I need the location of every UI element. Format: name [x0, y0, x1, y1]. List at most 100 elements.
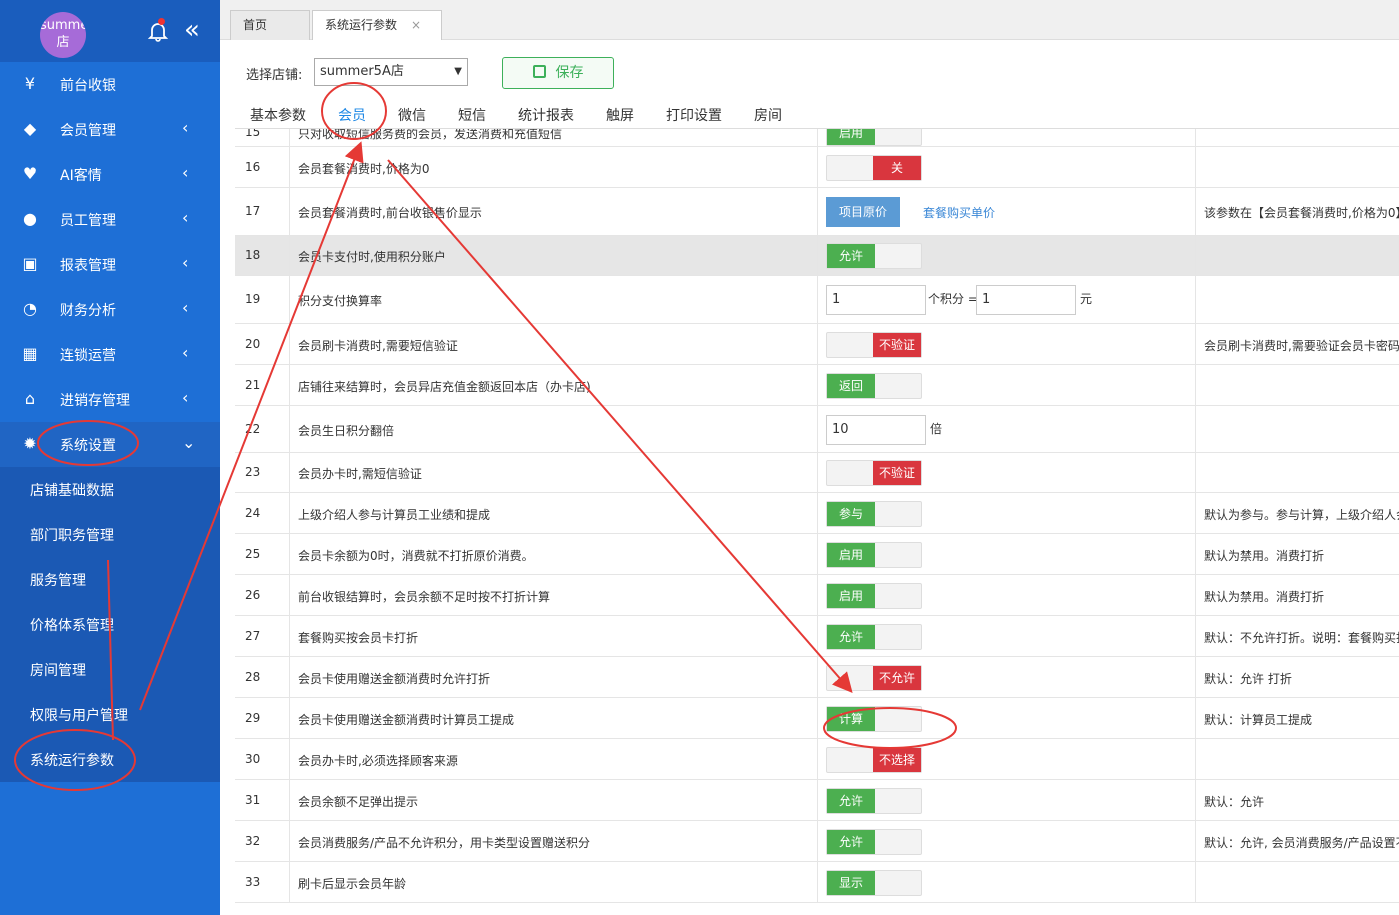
row-number: 25 — [245, 547, 261, 561]
cell-control: 不验证 — [818, 324, 1196, 364]
save-button[interactable]: 保存 — [502, 57, 614, 89]
cell-note — [1196, 276, 1399, 323]
submenu-item-label: 系统运行参数 — [30, 753, 114, 769]
toggle-switch[interactable]: 允许 — [826, 624, 922, 650]
table-row: 21 店铺往来结算时，会员异店充值金额返回本店（办卡店) 返回 — [235, 365, 1399, 406]
toggle-switch[interactable]: 不允许 — [826, 665, 922, 691]
multiplier-input[interactable]: 10 — [826, 415, 926, 445]
seg-original-price[interactable]: 项目原价 — [826, 197, 900, 227]
sidebar-item-5[interactable]: ◔ 财务分析 ‹ — [0, 287, 220, 332]
store-select-label: 选择店铺: — [246, 68, 303, 83]
cell-control: 启用 — [818, 534, 1196, 574]
toggle-switch[interactable]: 关 — [826, 155, 922, 181]
row-note: 默认为禁用。消费打折 — [1204, 549, 1325, 563]
table-row: 27 套餐购买按会员卡打折 允许 默认：不允许打折。说明：套餐购买打 — [235, 616, 1399, 657]
cell-note: 默认为参与。参与计算，上级介绍人会 — [1196, 493, 1399, 533]
cell-control: 启用 — [818, 129, 1196, 146]
submenu-item-3[interactable]: 价格体系管理 — [0, 602, 220, 647]
toggle-switch[interactable]: 允许 — [826, 243, 922, 269]
close-tab-icon[interactable]: × — [411, 18, 421, 32]
subtab-7[interactable]: 房间 — [754, 105, 782, 125]
yuan-input[interactable]: 1 — [976, 285, 1076, 315]
cell-control: 返回 — [818, 365, 1196, 405]
row-number: 22 — [245, 422, 261, 436]
submenu-item-0[interactable]: 店铺基础数据 — [0, 467, 220, 512]
sidebar-item-0[interactable]: ¥ 前台收银 — [0, 62, 220, 107]
toggle-switch[interactable]: 启用 — [826, 129, 922, 146]
sidebar-item-7[interactable]: ⌂ 进销存管理 ‹ — [0, 377, 220, 422]
toggle-switch[interactable]: 显示 — [826, 870, 922, 896]
cell-number: 19 — [235, 276, 290, 323]
chevron-icon: ‹ — [182, 253, 189, 272]
store-select-value: summer5A店 — [320, 64, 404, 79]
collapse-sidebar-icon[interactable]: « — [184, 16, 200, 44]
table-row: 20 会员刷卡消费时,需要短信验证 不验证 会员刷卡消费时,需要验证会员卡密码 — [235, 324, 1399, 365]
toggle-label: 返回 — [827, 374, 875, 398]
store-avatar[interactable]: summer5A店 — [40, 12, 86, 58]
submenu-item-2[interactable]: 服务管理 — [0, 557, 220, 602]
table-row: 29 会员卡使用赠送金额消费时计算员工提成 计算 默认：计算员工提成 — [235, 698, 1399, 739]
subtab-5[interactable]: 触屏 — [606, 105, 634, 125]
chevron-icon: ⌄ — [182, 433, 196, 452]
cell-note — [1196, 365, 1399, 405]
user-heart-icon: ♥ — [22, 164, 38, 183]
row-note: 默认：计算员工提成 — [1204, 713, 1313, 727]
toggle-switch[interactable]: 返回 — [826, 373, 922, 399]
sidebar-item-8[interactable]: ✹ 系统设置 ⌄ — [0, 422, 220, 467]
sidebar-item-1[interactable]: ◆ 会员管理 ‹ — [0, 107, 220, 152]
subtab-3[interactable]: 短信 — [458, 105, 486, 125]
subtab-0[interactable]: 基本参数 — [250, 105, 306, 125]
toggle-switch[interactable]: 不验证 — [826, 332, 922, 358]
sidebar-item-6[interactable]: ▦ 连锁运营 ‹ — [0, 332, 220, 377]
sidebar-item-label: 员工管理 — [60, 213, 116, 229]
toggle-switch[interactable]: 参与 — [826, 501, 922, 527]
cell-note: 默认：计算员工提成 — [1196, 698, 1399, 738]
row-description: 会员余额不足弹出提示 — [298, 795, 419, 809]
submenu-item-4[interactable]: 房间管理 — [0, 647, 220, 692]
sidebar-item-3[interactable]: ● 员工管理 ‹ — [0, 197, 220, 242]
subtab-2[interactable]: 微信 — [398, 105, 426, 125]
subtab-6[interactable]: 打印设置 — [666, 105, 722, 125]
cell-note — [1196, 129, 1399, 146]
table-row: 17 会员套餐消费时,前台收银售价显示 项目原价 套餐购买单价 该参数在【会员套餐消费时… — [235, 188, 1399, 236]
toggle-switch[interactable]: 启用 — [826, 583, 922, 609]
sidebar-item-2[interactable]: ♥ AI客情 ‹ — [0, 152, 220, 197]
tab-home[interactable]: 首页 — [230, 10, 310, 40]
cell-number: 24 — [235, 493, 290, 533]
cell-note: 会员刷卡消费时,需要验证会员卡密码 — [1196, 324, 1399, 364]
row-number: 27 — [245, 629, 261, 643]
cell-number: 20 — [235, 324, 290, 364]
subtab-4[interactable]: 统计报表 — [518, 105, 574, 125]
sidebar-item-4[interactable]: ▣ 报表管理 ‹ — [0, 242, 220, 287]
cell-description: 店铺往来结算时，会员异店充值金额返回本店（办卡店) — [290, 365, 818, 405]
submenu-item-1[interactable]: 部门职务管理 — [0, 512, 220, 557]
cell-number: 31 — [235, 780, 290, 820]
toggle-switch[interactable]: 允许 — [826, 829, 922, 855]
tab-system-params[interactable]: 系统运行参数 × — [312, 10, 442, 40]
cell-control: 10 倍 — [818, 406, 1196, 452]
toggle-switch[interactable]: 不验证 — [826, 460, 922, 486]
row-description: 套餐购买按会员卡打折 — [298, 631, 419, 645]
seg-package-price[interactable]: 套餐购买单价 — [923, 204, 995, 221]
toggle-switch[interactable]: 允许 — [826, 788, 922, 814]
toggle-label: 不验证 — [873, 461, 921, 485]
row-description: 只对收取短信服务费的会员，发送消费和充值短信 — [298, 128, 563, 141]
subtab-1[interactable]: 会员 — [334, 105, 370, 130]
points-input[interactable]: 1 — [826, 285, 926, 315]
bell-icon[interactable] — [147, 18, 169, 42]
yuan-unit-label: 元 — [1080, 292, 1093, 306]
toggle-label: 不选择 — [873, 748, 921, 772]
toggle-switch[interactable]: 计算 — [826, 706, 922, 732]
toggle-label: 计算 — [827, 707, 875, 731]
row-number: 28 — [245, 670, 261, 684]
table-row: 25 会员卡余额为0时，消费就不打折原价消费。 启用 默认为禁用。消费打折 — [235, 534, 1399, 575]
row-description: 会员办卡时,需短信验证 — [298, 467, 422, 481]
submenu-item-6[interactable]: 系统运行参数 — [0, 737, 220, 782]
store-select[interactable]: summer5A店 ▼ — [314, 58, 468, 86]
notification-dot — [158, 18, 165, 25]
toggle-switch[interactable]: 不选择 — [826, 747, 922, 773]
toggle-switch[interactable]: 启用 — [826, 542, 922, 568]
submenu-item-5[interactable]: 权限与用户管理 — [0, 692, 220, 737]
gear-icon: ✹ — [23, 434, 37, 453]
cell-note — [1196, 862, 1399, 902]
